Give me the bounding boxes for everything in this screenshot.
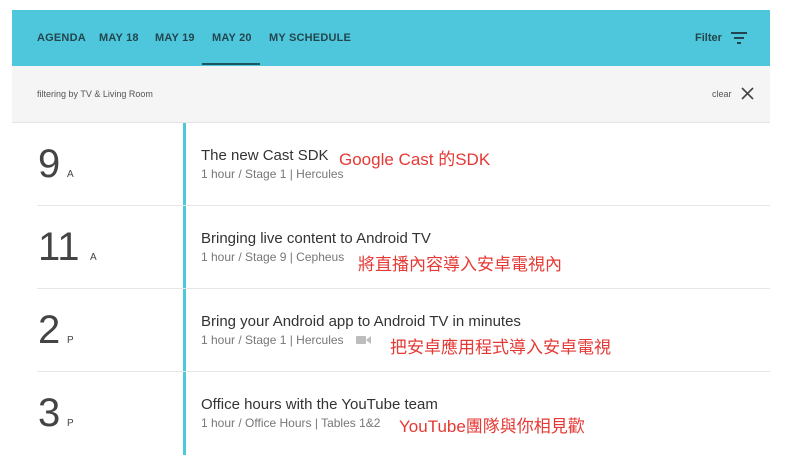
tab-may-18[interactable]: MAY 18 bbox=[99, 10, 139, 66]
session-title[interactable]: Bringing live content to Android TV bbox=[201, 230, 431, 247]
active-tab-indicator bbox=[202, 63, 260, 65]
session-meta: 1 hour / Stage 1 | Hercules bbox=[201, 333, 344, 347]
tab-my-schedule[interactable]: MY SCHEDULE bbox=[269, 10, 351, 66]
session-period: P bbox=[67, 418, 74, 429]
filter-status-text: filtering by TV & Living Room bbox=[37, 89, 153, 99]
session-hour: 3 bbox=[38, 391, 61, 435]
session-meta: 1 hour / Office Hours | Tables 1&2 bbox=[201, 416, 381, 430]
clear-filter-label[interactable]: clear bbox=[712, 66, 732, 122]
session-annotation: 把安卓應用程式導入安卓電視 bbox=[390, 338, 611, 357]
session-annotation: 將直播內容導入安卓電視內 bbox=[358, 255, 562, 274]
tab-may-19[interactable]: MAY 19 bbox=[155, 10, 195, 66]
session-row[interactable]: 9 A The new Cast SDK 1 hour / Stage 1 | … bbox=[12, 123, 770, 206]
session-annotation: YouTube團隊與你相見歡 bbox=[399, 417, 585, 436]
tab-agenda[interactable]: AGENDA bbox=[37, 10, 86, 66]
session-meta: 1 hour / Stage 9 | Cepheus bbox=[201, 250, 345, 264]
session-hour: 9 bbox=[38, 142, 61, 186]
session-accent-bar bbox=[183, 206, 186, 289]
tab-may-20[interactable]: MAY 20 bbox=[212, 10, 252, 66]
session-period: A bbox=[67, 169, 74, 180]
session-period: P bbox=[67, 335, 74, 346]
session-accent-bar bbox=[183, 289, 186, 372]
session-title[interactable]: Bring your Android app to Android TV in … bbox=[201, 313, 521, 330]
session-row[interactable]: 3 P Office hours with the YouTube team 1… bbox=[12, 372, 770, 455]
close-icon[interactable] bbox=[741, 87, 754, 100]
session-row[interactable]: 11 A Bringing live content to Android TV… bbox=[12, 206, 770, 289]
app-window: AGENDA MAY 18 MAY 19 MAY 20 MY SCHEDULE … bbox=[12, 10, 770, 472]
session-title[interactable]: Office hours with the YouTube team bbox=[201, 396, 438, 413]
session-period: A bbox=[90, 252, 97, 263]
session-accent-bar bbox=[183, 123, 186, 206]
session-meta: 1 hour / Stage 1 | Hercules bbox=[201, 167, 344, 181]
session-annotation: Google Cast 的SDK bbox=[339, 150, 491, 169]
app-bar: AGENDA MAY 18 MAY 19 MAY 20 MY SCHEDULE … bbox=[12, 10, 770, 66]
session-hour: 2 bbox=[38, 308, 61, 352]
filter-button-label[interactable]: Filter bbox=[695, 10, 722, 66]
session-row[interactable]: 2 P Bring your Android app to Android TV… bbox=[12, 289, 770, 372]
session-title[interactable]: The new Cast SDK bbox=[201, 147, 329, 164]
session-accent-bar bbox=[183, 372, 186, 455]
video-camera-icon bbox=[356, 336, 371, 344]
filter-list-icon[interactable] bbox=[731, 31, 747, 45]
session-hour: 11 bbox=[38, 225, 80, 269]
filter-bar: filtering by TV & Living Room clear bbox=[12, 66, 770, 123]
